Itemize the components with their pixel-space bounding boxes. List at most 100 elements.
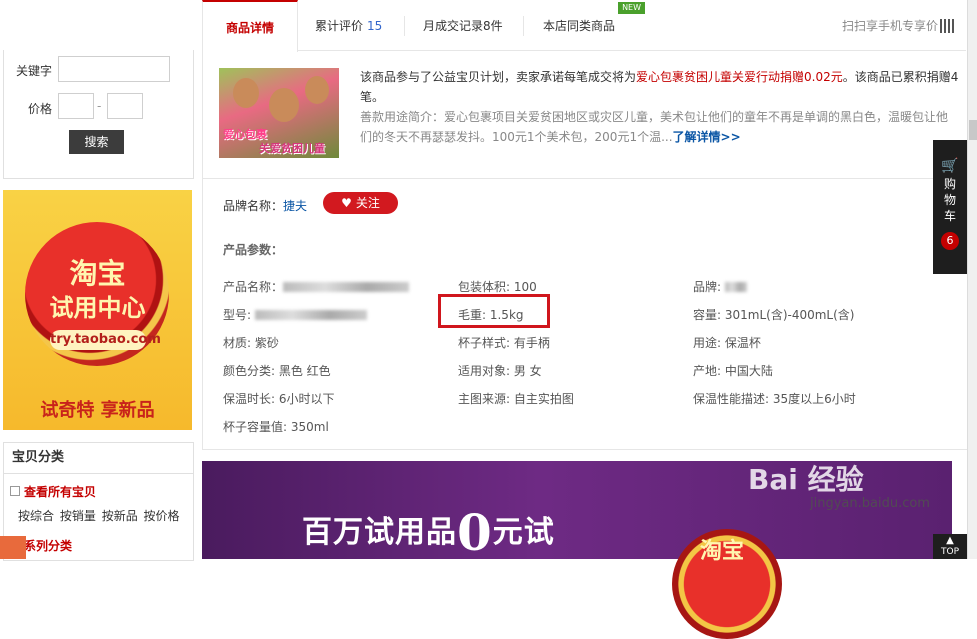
param-text: 品牌: xyxy=(693,280,722,294)
promo-title: 淘宝 xyxy=(69,257,126,290)
page-scrollbar[interactable] xyxy=(967,0,977,559)
sort-links: 按综合 按销量 按新品 按价格 xyxy=(18,507,180,524)
sort-comprehensive[interactable]: 按综合 xyxy=(18,509,54,523)
param-capacity: 容量: 301mL(含)-400mL(含) xyxy=(693,308,855,322)
detail-tabbar: 商品详情 累计评价 15 月成交记录8件 本店同类商品 NEW 扫扫享手机专享价 xyxy=(202,0,966,52)
tab-label: 商品详情 xyxy=(225,21,274,35)
try-center-promo[interactable]: 淘宝 试用中心 try.taobao.com 试奇特 享新品 xyxy=(3,190,192,430)
tab-details[interactable]: 商品详情 xyxy=(202,0,298,52)
product-attributes: 品牌名称：捷夫 ♥ 关注 产品参数： 产品名称： 包装体积: 100 品牌: 型号… xyxy=(202,178,968,450)
follow-button[interactable]: ♥ 关注 xyxy=(323,192,398,214)
price-label: 价格 xyxy=(28,102,53,116)
highlight-box xyxy=(438,294,550,328)
param-model: 型号: xyxy=(223,306,368,323)
tab-label: 本店同类商品 xyxy=(543,19,616,33)
category-title: 宝贝分类 xyxy=(4,443,193,474)
up-arrow-icon: ▲ xyxy=(946,535,954,546)
banner-text: 百万试用品 xyxy=(302,515,457,550)
search-button[interactable]: 搜索 xyxy=(69,130,124,154)
charity-section: 爱心包裹 关爱贫困儿童 该商品参与了公益宝贝计划，卖家承诺每笔成交将为爱心包裹贫… xyxy=(202,50,968,178)
charity-highlight: 爱心包裹贫困儿童关爱行动捐赠0.02元 xyxy=(636,70,843,84)
redacted-value xyxy=(255,310,368,320)
sales-count: 8件 xyxy=(483,19,503,33)
charity-text: 该商品参与了公益宝贝计划，卖家承诺每笔成交将为 xyxy=(360,70,637,84)
watermark-main: Bai 经验 xyxy=(748,463,864,496)
view-all-label: 查看所有宝贝 xyxy=(24,485,97,499)
param-color: 颜色分类: 黑色 红色 xyxy=(223,364,331,378)
sort-sales[interactable]: 按销量 xyxy=(60,509,96,523)
param-insulation-time: 保温时长: 6小时以下 xyxy=(223,392,335,406)
tab-monthly-sales[interactable]: 月成交记录8件 xyxy=(423,0,503,50)
param-usage: 用途: 保温杯 xyxy=(693,336,761,350)
banner-seal-text: 淘宝 xyxy=(700,538,745,564)
param-package-volume: 包装体积: 100 xyxy=(458,280,537,294)
series-label: 系列分类 xyxy=(24,539,73,553)
scrollbar-thumb[interactable] xyxy=(969,120,977,140)
scan-text: 扫扫享手机专享价 xyxy=(841,19,938,33)
child-figure xyxy=(233,78,259,108)
tab-divider xyxy=(523,16,524,36)
promo-subtitle: 试用中心 xyxy=(49,293,146,322)
cart-count-badge: 6 xyxy=(941,232,959,250)
shop-search-box: 关键字 价格 - 搜索 xyxy=(3,50,194,179)
sort-price[interactable]: 按价格 xyxy=(144,509,180,523)
banner-text-tail: 元试 xyxy=(492,515,555,550)
keyword-label: 关键字 xyxy=(16,64,53,78)
price-separator: - xyxy=(97,99,102,113)
brand-link[interactable]: 捷夫 xyxy=(283,199,307,213)
left-float-tab[interactable] xyxy=(0,536,26,559)
cart-icon: 🛒 xyxy=(941,158,959,174)
cart-sidebar[interactable]: 🛒 购物车 6 xyxy=(933,140,967,274)
charity-image[interactable]: 爱心包裹 关爱贫困儿童 xyxy=(219,68,339,158)
param-insulation-desc: 保温性能描述: 35度以上6小时 xyxy=(693,392,856,406)
child-figure xyxy=(305,76,329,104)
heart-icon: ♥ xyxy=(341,196,352,210)
baidu-watermark: Bai 经验 jingyan.baidu.com xyxy=(748,458,930,511)
tab-label: 累计评价 xyxy=(315,19,364,33)
cart-label-text: 购物车 xyxy=(944,177,957,223)
brand-row: 品牌名称：捷夫 xyxy=(223,197,307,214)
param-cup-capacity: 杯子容量值: 350ml xyxy=(223,420,329,434)
param-text: 型号: xyxy=(223,308,252,322)
price-max-input[interactable] xyxy=(107,93,143,119)
redacted-value xyxy=(725,282,748,292)
child-figure xyxy=(269,88,299,122)
param-cup-style: 杯子样式: 有手柄 xyxy=(458,336,550,350)
view-all-link[interactable]: 查看所有宝贝 xyxy=(10,483,96,500)
param-text: 产品名称： xyxy=(223,280,284,294)
expand-icon xyxy=(10,486,20,496)
cart-label: 购物车 xyxy=(933,176,967,224)
params-title: 产品参数： xyxy=(223,243,284,257)
param-product-name: 产品名称： xyxy=(223,278,410,295)
image-caption: 关爱贫困儿童 xyxy=(259,142,325,155)
charity-statement: 该商品参与了公益宝贝计划，卖家承诺每笔成交将为爱心包裹贫困儿童关爱行动捐赠0.0… xyxy=(360,67,960,107)
tab-similar-items[interactable]: 本店同类商品 NEW xyxy=(543,0,646,50)
param-brand: 品牌: xyxy=(693,278,748,295)
mobile-scan-link[interactable]: 扫扫享手机专享价 xyxy=(842,17,954,34)
brand-label: 品牌名称： xyxy=(223,199,284,213)
tab-label: 月成交记录 xyxy=(423,19,484,33)
price-min-input[interactable] xyxy=(58,93,94,119)
tab-reviews[interactable]: 累计评价 15 xyxy=(315,0,382,50)
param-image-source: 主图来源: 自主实拍图 xyxy=(458,392,574,406)
learn-more-link[interactable]: 了解详情>> xyxy=(673,130,741,144)
follow-label: 关注 xyxy=(355,196,380,210)
charity-desc-text: 善款用途简介：爱心包裹项目关爱贫困地区或灾区儿童，美术包让他们的童年不再是单调的… xyxy=(360,110,949,144)
param-origin: 产地: 中国大陆 xyxy=(693,364,773,378)
charity-description: 善款用途简介：爱心包裹项目关爱贫困地区或灾区儿童，美术包让他们的童年不再是单调的… xyxy=(360,107,958,147)
review-count: 15 xyxy=(367,19,383,33)
redacted-value xyxy=(283,282,410,292)
param-target: 适用对象: 男 女 xyxy=(458,364,542,378)
category-panel: 宝贝分类 查看所有宝贝 按综合 按销量 按新品 按价格 系列分类 xyxy=(3,442,194,561)
back-to-top-button[interactable]: ▲ TOP xyxy=(933,534,967,559)
promo-url: try.taobao.com xyxy=(50,330,161,350)
qr-code-icon xyxy=(940,19,954,33)
keyword-input[interactable] xyxy=(58,56,170,82)
sort-new[interactable]: 按新品 xyxy=(102,509,138,523)
banner-headline: 百万试用品0元试 xyxy=(302,503,555,562)
new-badge: NEW xyxy=(618,2,646,14)
param-material: 材质: 紫砂 xyxy=(223,336,279,350)
top-label: TOP xyxy=(940,547,959,557)
banner-zero: 0 xyxy=(457,503,493,562)
tab-divider xyxy=(404,16,405,36)
